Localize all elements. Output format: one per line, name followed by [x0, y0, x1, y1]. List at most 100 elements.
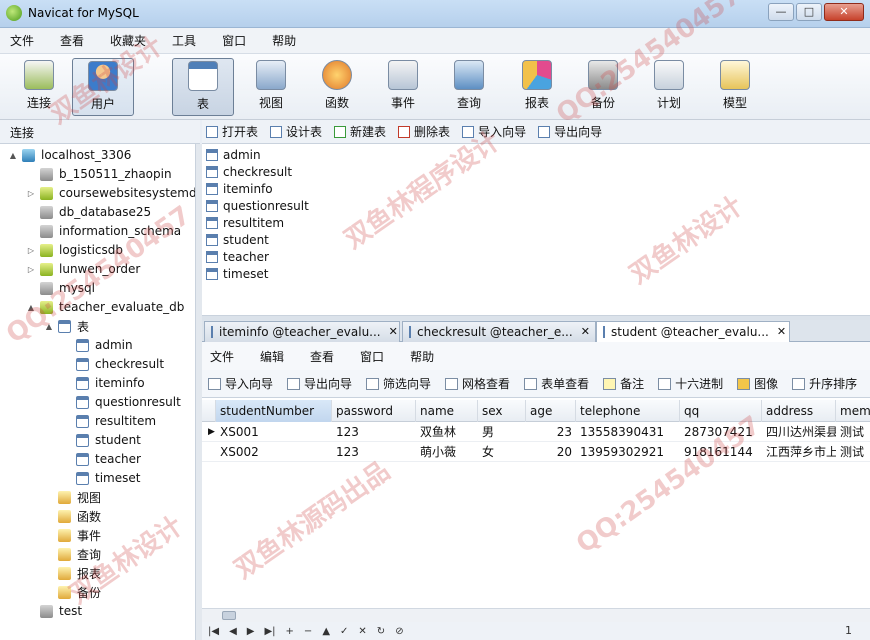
column-header[interactable]: name — [416, 400, 478, 422]
tree-item[interactable]: 视图 — [44, 488, 101, 506]
cell[interactable]: 测试 — [836, 442, 870, 462]
hex-button[interactable]: 十六进制 — [658, 375, 723, 392]
event-button[interactable]: 事件 — [372, 58, 434, 116]
cell[interactable]: 13558390431 — [576, 422, 680, 442]
cell[interactable]: 23 — [526, 422, 576, 442]
tree-item[interactable]: resultitem — [62, 412, 156, 430]
minimize-icon[interactable]: — — [768, 3, 794, 21]
column-header[interactable]: qq — [680, 400, 762, 422]
scrollbar-thumb[interactable] — [222, 611, 236, 620]
cell[interactable]: 13959302921 — [576, 442, 680, 462]
tree-item[interactable]: test — [26, 602, 82, 620]
last-record-icon[interactable]: ▶| — [264, 626, 275, 637]
tree-item[interactable]: ▷ lunwen_order — [26, 260, 140, 278]
cell[interactable]: 双鱼林 — [416, 422, 478, 442]
cell[interactable]: 萌小薇 — [416, 442, 478, 462]
view-button[interactable]: 视图 — [240, 58, 302, 116]
column-header[interactable]: telephone — [576, 400, 680, 422]
table-button[interactable]: 表 — [172, 58, 234, 116]
object-item-resultitem[interactable]: resultitem — [206, 214, 284, 231]
filter-wizard-button[interactable]: 筛选向导 — [366, 375, 431, 392]
close-tab-icon[interactable]: ✕ — [581, 325, 590, 338]
tree-item[interactable]: 报表 — [44, 564, 101, 582]
tree-item[interactable]: 事件 — [44, 526, 101, 544]
import-wizard-button[interactable]: 导入向导 — [462, 123, 526, 140]
close-window-icon[interactable]: ✕ — [824, 3, 864, 21]
object-item-teacher[interactable]: teacher — [206, 248, 269, 265]
column-header[interactable]: sex — [478, 400, 526, 422]
tree-item[interactable]: b_150511_zhaopin — [26, 165, 172, 183]
backup-button[interactable]: 备份 — [572, 58, 634, 116]
object-item-timeset[interactable]: timeset — [206, 265, 268, 282]
tree-item[interactable]: ▲ localhost_3306 — [8, 146, 131, 164]
column-header[interactable]: memo — [836, 400, 870, 422]
cell[interactable]: 287307421 — [680, 422, 762, 442]
tab-checkresult[interactable]: checkresult @teacher_e... ✕ — [402, 321, 596, 342]
column-header[interactable]: address — [762, 400, 836, 422]
add-record-icon[interactable]: + — [286, 626, 294, 637]
cell[interactable]: 男 — [478, 422, 526, 442]
object-item-admin[interactable]: admin — [206, 146, 261, 163]
object-item-student[interactable]: student — [206, 231, 269, 248]
tree-expander-icon[interactable]: ▷ — [26, 246, 36, 255]
export-wizard-button[interactable]: 导出向导 — [287, 375, 352, 392]
edit-record-icon[interactable]: ▲ — [322, 626, 330, 637]
first-record-icon[interactable]: |◀ — [208, 626, 219, 637]
form-view-button[interactable]: 表单查看 — [524, 375, 589, 392]
menu-file[interactable]: 文件 — [10, 32, 34, 49]
next-record-icon[interactable]: ▶ — [247, 626, 255, 637]
tree-item[interactable]: db_database25 — [26, 203, 151, 221]
cell[interactable]: 四川达州渠县 — [762, 422, 836, 442]
open-table-button[interactable]: 打开表 — [206, 123, 258, 140]
previous-record-icon[interactable]: ◀ — [229, 626, 237, 637]
design-table-button[interactable]: 设计表 — [270, 123, 322, 140]
menu-help[interactable]: 帮助 — [272, 32, 296, 49]
user-button[interactable]: 用户 — [72, 58, 134, 116]
stop-icon[interactable]: ⊘ — [395, 626, 403, 637]
tree-item[interactable]: iteminfo — [62, 374, 145, 392]
object-item-iteminfo[interactable]: iteminfo — [206, 180, 273, 197]
image-button[interactable]: 图像 — [737, 375, 778, 392]
query-button[interactable]: 查询 — [438, 58, 500, 116]
apply-changes-icon[interactable]: ✓ — [340, 626, 348, 637]
tab-menu-view[interactable]: 查看 — [310, 348, 334, 365]
tree-item[interactable]: information_schema — [26, 222, 181, 240]
schedule-button[interactable]: 计划 — [638, 58, 700, 116]
model-button[interactable]: 模型 — [704, 58, 766, 116]
tab-menu-edit[interactable]: 编辑 — [260, 348, 284, 365]
tab-iteminfo[interactable]: iteminfo @teacher_evalu... ✕ — [204, 321, 400, 342]
report-button[interactable]: 报表 — [506, 58, 568, 116]
export-wizard-button[interactable]: 导出向导 — [538, 123, 602, 140]
object-item-checkresult[interactable]: checkresult — [206, 163, 292, 180]
cell[interactable]: XS001 — [216, 422, 332, 442]
cell[interactable]: 123 — [332, 422, 416, 442]
maximize-icon[interactable]: □ — [796, 3, 822, 21]
cell[interactable]: 江西萍乡市上 — [762, 442, 836, 462]
delete-record-icon[interactable]: − — [304, 626, 312, 637]
menu-tools[interactable]: 工具 — [172, 32, 196, 49]
grid-horizontal-scrollbar[interactable] — [202, 608, 870, 622]
column-header[interactable]: age — [526, 400, 576, 422]
cell[interactable]: 女 — [478, 442, 526, 462]
menu-favorites[interactable]: 收藏夹 — [110, 32, 146, 49]
tree-item[interactable]: mysql — [26, 279, 95, 297]
sort-ascending-button[interactable]: 升序排序 — [792, 375, 857, 392]
tree-expander-icon[interactable]: ▲ — [8, 151, 18, 160]
connection-button[interactable]: 连接 — [8, 58, 70, 116]
tree-expander-icon[interactable]: ▷ — [26, 265, 36, 274]
cell[interactable]: 20 — [526, 442, 576, 462]
function-button[interactable]: 函数 — [306, 58, 368, 116]
tree-item[interactable]: questionresult — [62, 393, 181, 411]
tree-item[interactable]: student — [62, 431, 141, 449]
tree-item[interactable]: ▷ coursewebsitesystemdb — [26, 184, 195, 202]
cell[interactable]: 918161144 — [680, 442, 762, 462]
tree-item[interactable]: admin — [62, 336, 133, 354]
column-header[interactable]: password — [332, 400, 416, 422]
tree-expander-icon[interactable]: ▲ — [26, 303, 36, 312]
tree-item[interactable]: timeset — [62, 469, 140, 487]
refresh-icon[interactable]: ↻ — [377, 626, 385, 637]
new-table-button[interactable]: 新建表 — [334, 123, 386, 140]
table-row[interactable]: ▶ XS001 123 双鱼林 男 23 13558390431 2873074… — [202, 422, 870, 442]
grid-view-button[interactable]: 网格查看 — [445, 375, 510, 392]
close-tab-icon[interactable]: ✕ — [389, 325, 398, 338]
